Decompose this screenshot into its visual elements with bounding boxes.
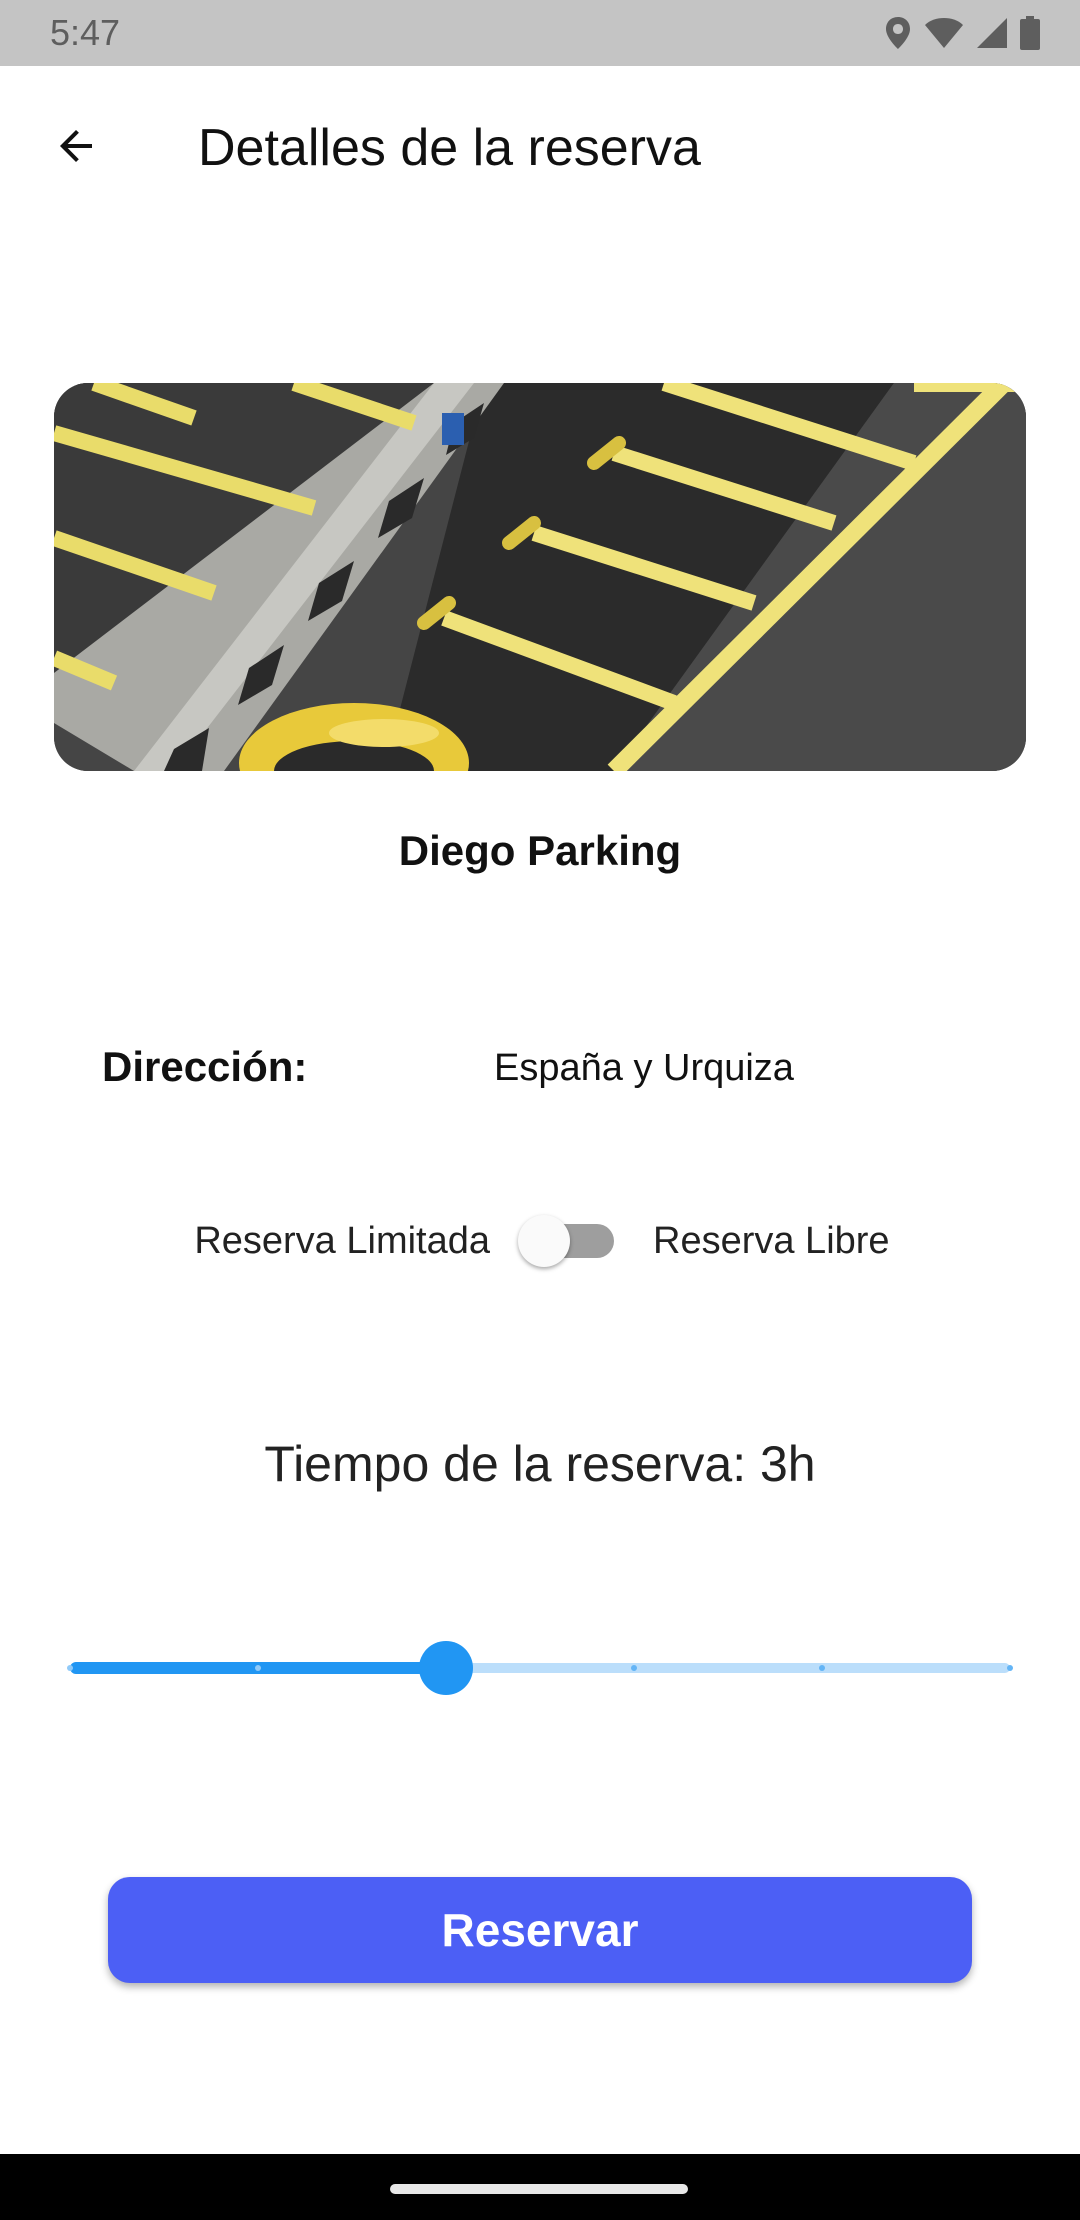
reserve-button[interactable]: Reservar [108,1877,972,1983]
slider-thumb[interactable] [419,1641,473,1695]
reservation-type-toggle[interactable] [516,1214,620,1268]
limited-reservation-label: Reserva Limitada [194,1220,490,1262]
booking-details-screen: 5:47 Detalles de la reserva Diego Parkin… [0,0,1080,2220]
status-bar: 5:47 [0,0,1080,66]
battery-icon [1020,16,1040,50]
wifi-icon [924,17,964,49]
slider-tick [819,1665,825,1671]
parking-lot-photo [54,383,1026,771]
slider-tick [1007,1665,1013,1671]
slider-tick [631,1665,637,1671]
arrow-left-icon [52,122,100,175]
reservation-type-row: Reserva Limitada Reserva Libre [0,1208,1080,1274]
page-title: Detalles de la reserva [198,119,701,177]
duration-slider[interactable] [62,1640,1018,1696]
parking-name: Diego Parking [398,827,682,874]
free-reservation-label: Reserva Libre [653,1220,890,1262]
app-bar: Detalles de la reserva [0,66,1080,222]
status-time: 5:47 [50,12,121,53]
cellular-signal-icon [976,17,1008,49]
status-icons [884,14,1040,52]
navigation-bar [0,2154,1080,2220]
toggle-thumb [518,1215,570,1267]
slider-tick [67,1665,73,1671]
home-indicator[interactable] [390,2184,688,2194]
address-value: España y Urquiza [494,1047,794,1089]
location-icon [884,15,912,51]
back-button[interactable] [40,112,112,184]
address-label: Dirección: [102,1043,308,1090]
reservation-time-label: Tiempo de la reserva: 3h [264,1436,816,1492]
slider-tick [255,1665,261,1671]
